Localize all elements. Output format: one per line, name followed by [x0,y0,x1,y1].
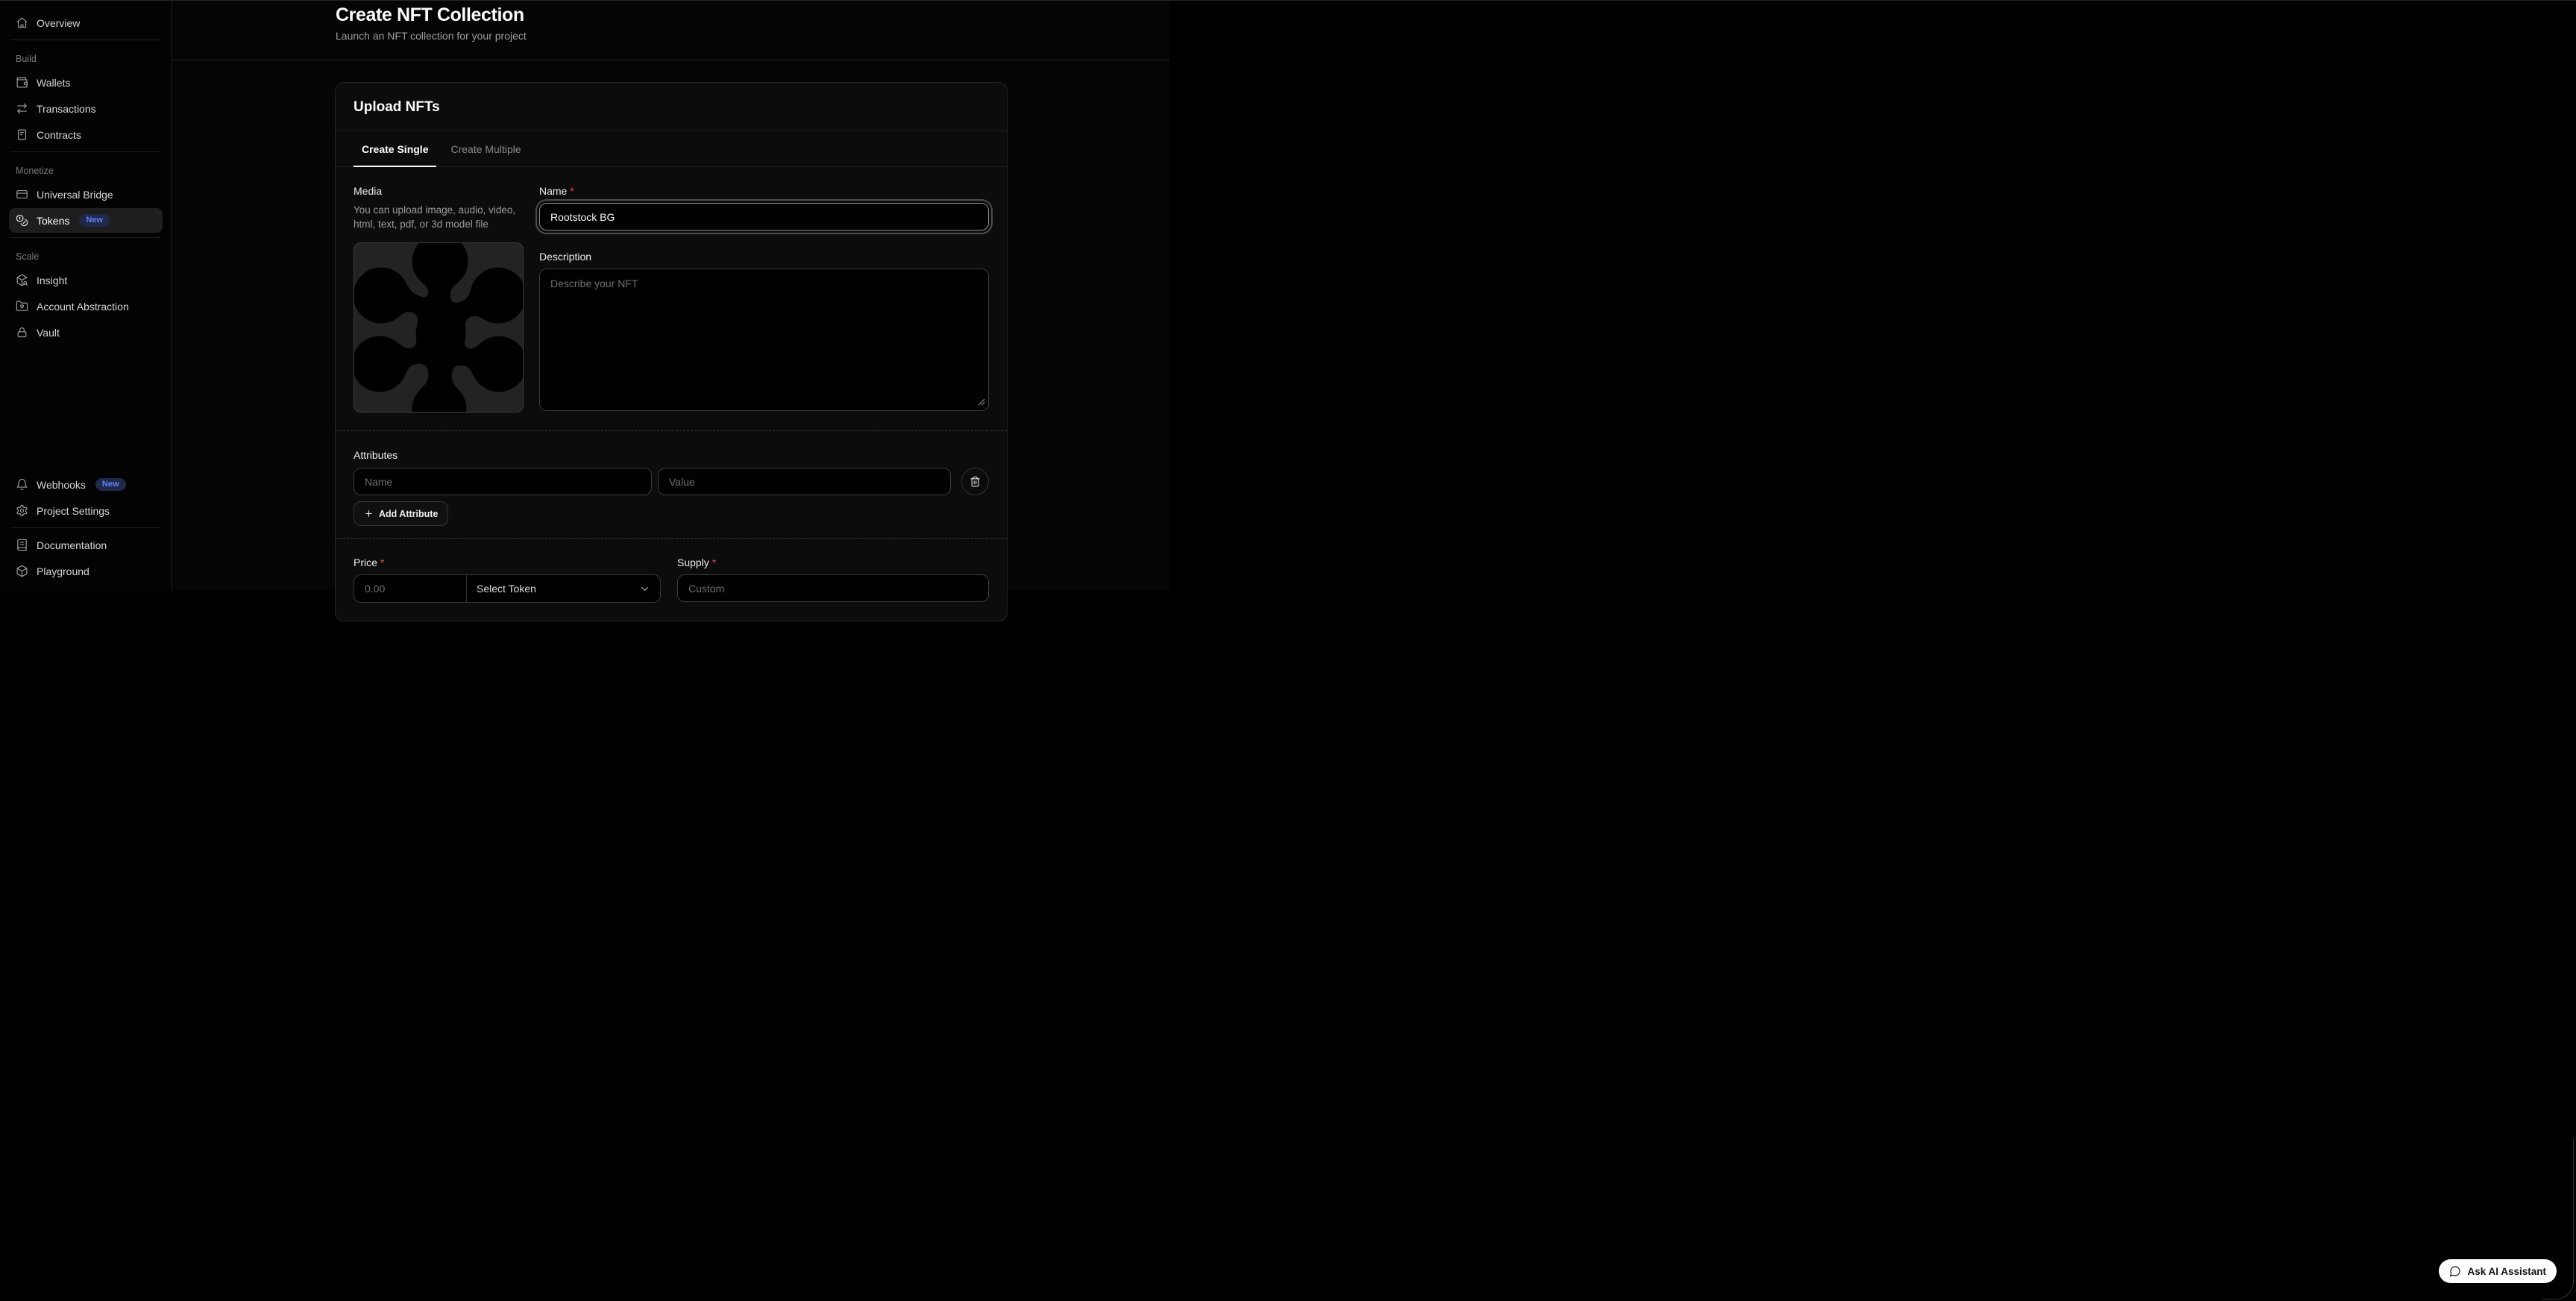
supply-input[interactable] [677,574,989,602]
price-amount-input[interactable] [354,575,466,602]
fields-column: Name* Description [539,185,989,413]
card-title: Upload NFTs [354,99,989,116]
sidebar-item-label: Transactions [37,103,96,115]
sidebar-item-webhooks[interactable]: Webhooks New [9,472,163,497]
description-wrapper [539,269,989,411]
sidebar-item-label: Account Abstraction [37,301,129,313]
supply-label: Supply* [677,557,989,568]
sidebar-item-label: Webhooks [37,479,86,491]
chat-bubble-icon [2449,1265,2461,1277]
plus-icon [364,509,374,518]
upload-tabs: Create Single Create Multiple [336,131,1007,167]
sidebar-item-label: Insight [37,275,67,286]
sidebar-item-label: Playground [37,565,89,577]
price-supply-section: Price* Select Token Supply* [336,539,1007,621]
sidebar-item-playground[interactable]: Playground [9,559,163,583]
window-top-border [0,0,2576,1]
sidebar-item-wallets[interactable]: Wallets [9,70,163,95]
sidebar-item-label: Tokens [37,215,69,227]
chevron-down-icon [639,583,650,595]
sidebar-item-documentation[interactable]: Documentation [9,533,163,557]
sidebar-section-build: Build [16,54,156,64]
gear-icon [16,504,28,517]
sidebar-item-label: Overview [37,17,80,29]
main-content: Create NFT Collection Launch an NFT coll… [173,0,1169,591]
sidebar-section-scale: Scale [16,251,156,262]
credit-card-icon [16,188,28,201]
sidebar-spacer [9,345,163,472]
package-search-icon [16,274,28,286]
add-attribute-button[interactable]: Add Attribute [354,501,448,526]
media-label: Media [354,185,524,197]
required-asterisk: * [570,185,574,197]
sidebar-item-project-settings[interactable]: Project Settings [9,498,163,523]
tab-create-single[interactable]: Create Single [354,131,436,166]
coins-icon [16,214,28,227]
bell-icon [16,478,28,491]
required-asterisk: * [712,557,716,568]
folder-shield-icon [16,300,28,313]
book-icon [16,539,28,551]
price-label: Price* [354,557,661,568]
nft-name-input[interactable] [539,203,989,231]
required-asterisk: * [380,557,384,568]
sidebar-item-overview[interactable]: Overview [9,10,163,35]
token-select-dropdown[interactable]: Select Token [467,575,660,602]
token-select-label: Select Token [477,583,536,595]
wallet-icon [16,76,28,89]
delete-attribute-button[interactable] [961,468,989,495]
attributes-section: Attributes Add Attribute [336,431,1007,538]
sidebar-item-tokens[interactable]: Tokens New [9,208,163,233]
page-header: Create NFT Collection Launch an NFT coll… [173,0,1169,60]
sidebar-item-label: Wallets [37,77,70,89]
lock-icon [16,326,28,339]
attributes-label: Attributes [354,449,989,461]
sidebar-item-vault[interactable]: Vault [9,320,163,345]
sidebar-item-contracts[interactable]: Contracts [9,122,163,147]
sidebar-divider [10,527,161,528]
attribute-row [354,468,989,495]
price-input-group: Select Token [354,574,661,603]
sidebar-item-account-abstraction[interactable]: Account Abstraction [9,294,163,319]
upload-nfts-card: Upload NFTs Create Single Create Multipl… [335,82,1008,621]
home-icon [16,16,28,29]
sidebar: Overview Build Wallets Transactions Cont… [0,0,172,591]
cube-icon [16,565,28,577]
new-badge: New [79,214,110,227]
nft-form-top: Media You can upload image, audio, video… [336,167,1007,430]
attribute-value-input[interactable] [658,468,951,495]
attribute-name-input[interactable] [354,468,652,495]
card-header: Upload NFTs [336,83,1007,131]
sidebar-item-transactions[interactable]: Transactions [9,96,163,121]
media-column: Media You can upload image, audio, video… [354,185,524,413]
add-attribute-label: Add Attribute [379,509,438,519]
tab-create-multiple[interactable]: Create Multiple [442,131,529,166]
media-preview-image [354,243,524,413]
page-title: Create NFT Collection [336,4,1169,26]
ask-ai-assistant-label: Ask AI Assistant [2467,1266,2546,1277]
media-help-text: You can upload image, audio, video, html… [354,204,524,231]
price-column: Price* Select Token [354,557,661,603]
sidebar-item-label: Project Settings [37,505,110,517]
sidebar-item-universal-bridge[interactable]: Universal Bridge [9,182,163,207]
sidebar-item-label: Documentation [37,539,107,551]
description-label: Description [539,251,989,263]
sidebar-divider [10,237,161,238]
sidebar-item-label: Vault [37,327,60,339]
sidebar-divider [10,151,161,152]
supply-column: Supply* [677,557,989,603]
name-label: Name* [539,185,989,197]
contract-document-icon [16,128,28,141]
nft-description-textarea[interactable] [539,269,989,411]
ask-ai-assistant-button[interactable]: Ask AI Assistant [2439,1259,2557,1283]
sidebar-item-insight[interactable]: Insight [9,268,163,292]
media-upload-preview[interactable] [354,242,524,413]
trash-icon [970,476,981,487]
arrows-left-right-icon [16,102,28,115]
sidebar-item-label: Universal Bridge [37,189,113,201]
page-subtitle: Launch an NFT collection for your projec… [336,30,1169,42]
sidebar-section-monetize: Monetize [16,166,156,176]
sidebar-item-label: Contracts [37,129,81,141]
new-badge: New [95,478,126,491]
